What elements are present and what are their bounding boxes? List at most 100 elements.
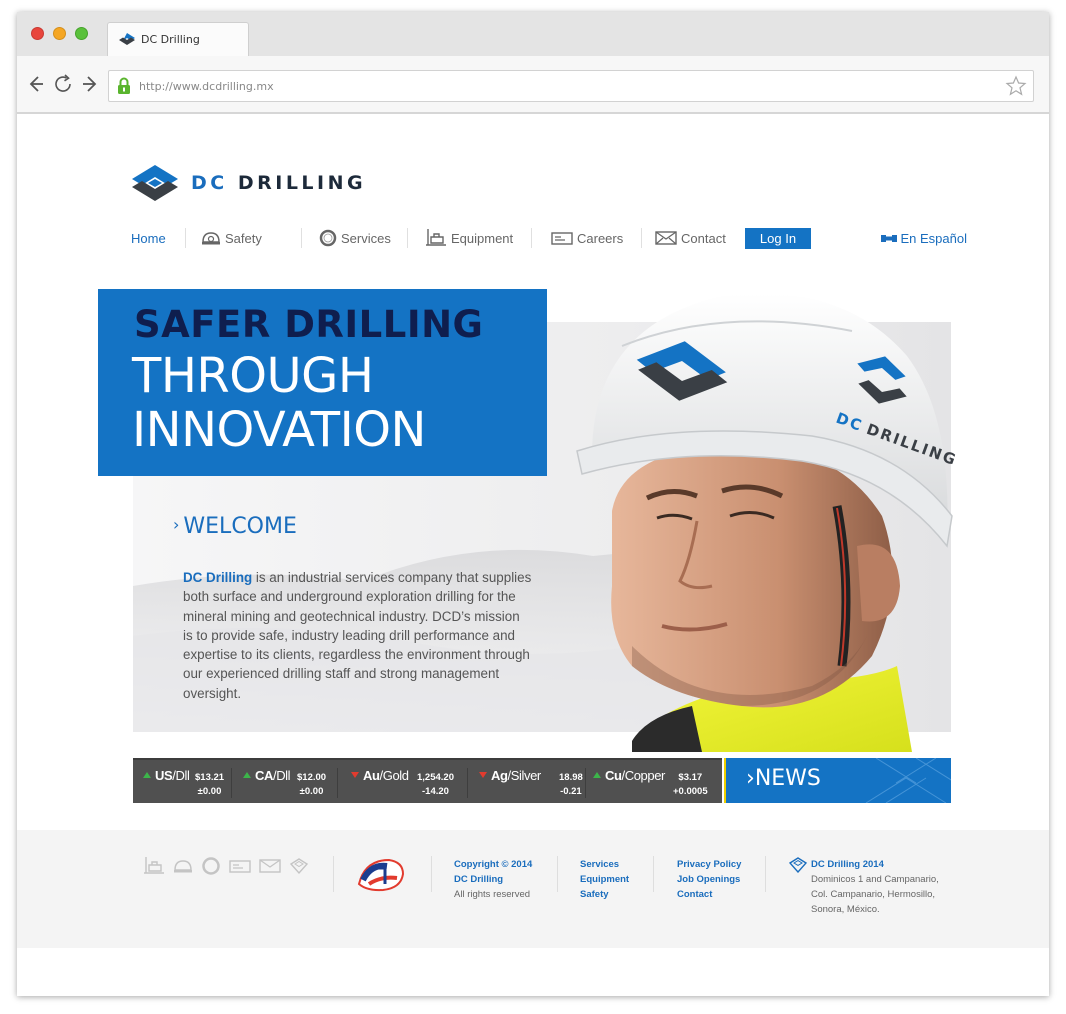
intro-text: is an industrial services company that s… [183,570,532,701]
footer-divider [765,856,766,892]
nav-contact[interactable]: Contact [655,226,726,250]
nav-divider [185,228,186,248]
nav-contact-label: Contact [681,230,726,246]
logo-drilling: DRILLING [237,172,367,194]
window-controls [31,27,88,40]
nav-services[interactable]: Services [319,226,391,250]
site-logo[interactable]: DC DRILLING [131,164,366,202]
footer-divider [557,856,558,892]
reload-icon[interactable] [51,72,75,96]
intro-paragraph: DC Drilling is an industrial services co… [183,568,533,703]
language-label: En Español [900,230,968,246]
dc-drilling-logo-icon [132,165,178,201]
ticker-unit: /Silver [507,768,542,783]
arrow-up-icon [243,772,251,778]
drill-rig-icon[interactable] [143,856,165,876]
ticker-price: $13.21 [195,772,225,783]
footer-link-safety[interactable]: Safety [580,887,629,902]
address-line-1: Dominicos 1 and Campanario, [811,874,939,885]
ticker-symbol: US [155,768,173,783]
hero-headline-box: SAFER DRILLING THROUGH INNOVATION [98,289,547,476]
ticker-divider [231,768,232,798]
ticker-symbol: Cu [605,768,622,783]
favicon-logo-icon [119,33,135,45]
envelope-icon[interactable] [259,858,281,874]
copyright-line-1: Copyright © 2014 [454,859,533,870]
address-bar[interactable]: http://www.dcdrilling.mx [108,70,1034,102]
ticker-unit: /Dll [172,768,190,783]
id-card-icon[interactable] [229,858,251,874]
helmet-icon[interactable] [173,858,193,874]
footer-link-equipment[interactable]: Equipment [580,872,629,887]
nav-safety[interactable]: Safety [201,226,262,250]
ticker-price: $12.00 [297,772,327,783]
nav-home[interactable]: Home [131,226,166,250]
tab-title: DC Drilling [141,33,200,46]
copyright-line-2: DC Drilling [454,874,504,885]
flag-icon [880,235,897,242]
back-arrow-icon[interactable] [23,72,47,96]
ticker-unit: /Dll [272,768,291,783]
footer-company: DC Drilling 2014 [811,859,884,870]
footer-link-services[interactable]: Services [580,857,629,872]
footer-link-contact[interactable]: Contact [677,887,741,902]
address-line-3: Sonora, México. [811,904,880,915]
envelope-icon [655,231,677,245]
footer-links-1: Services Equipment Safety [580,857,629,902]
ticker-price: $3.17 [678,772,703,783]
url-text: http://www.dcdrilling.mx [139,80,274,93]
ticker-price: 18.98 [559,772,583,783]
minimize-window-button[interactable] [53,27,66,40]
footer-divider [653,856,654,892]
footer-address: DC Drilling 2014 Dominicos 1 and Campana… [811,857,939,917]
browser-tab[interactable]: DC Drilling [107,22,249,56]
browser-tabbar: DC Drilling [17,12,1049,56]
news-pattern-graphic [865,758,951,803]
language-toggle[interactable]: En Español [880,226,968,250]
nav-careers[interactable]: Careers [551,226,623,250]
ring-icon[interactable] [201,856,221,876]
maximize-window-button[interactable] [75,27,88,40]
logo-wordmark: DC DRILLING [191,172,366,194]
login-button[interactable]: Log In [745,228,811,249]
footer-links-2: Privacy Policy Job Openings Contact [677,857,741,902]
browser-toolbar: http://www.dcdrilling.mx [17,56,1049,114]
footer-copyright: Copyright © 2014 DC Drilling All rights … [454,857,532,902]
logo-dc: DC [191,172,228,194]
lock-icon [118,77,130,94]
site-footer: Copyright © 2014 DC Drilling All rights … [17,830,1049,948]
footer-divider [431,856,432,892]
main-nav: Home Safety Services Equipment Careers C… [131,226,967,250]
nav-home-label: Home [131,230,166,246]
nav-equipment[interactable]: Equipment [425,226,513,250]
arrow-down-icon [351,772,359,778]
partner-association-logo[interactable] [355,854,405,894]
welcome-heading: › WELCOME [173,514,297,539]
footer-icon-row [143,856,309,876]
ticker-change: -0.21 [560,786,582,797]
welcome-label: WELCOME [183,514,297,539]
ticker-divider [467,768,468,798]
browser-window: DC Drilling http://www.dcdrilling.mx DC … [17,12,1049,996]
ticker-symbol: Ag [491,768,508,783]
headline-line-2: THROUGH [132,348,374,404]
nav-safety-label: Safety [225,230,262,246]
close-window-button[interactable] [31,27,44,40]
ticker-change: +0.0005 [673,786,708,797]
arrow-down-icon [479,772,487,778]
id-card-icon [551,232,573,245]
footer-link-privacy[interactable]: Privacy Policy [677,857,741,872]
footer-link-jobs[interactable]: Job Openings [677,872,741,887]
news-label: ›NEWS [746,766,821,791]
ticker-change: ±0.00 [197,786,222,797]
ticker-change: ±0.00 [299,786,324,797]
helmet-icon [202,232,220,245]
address-line-2: Col. Campanario, Hermosillo, [811,889,936,900]
footer-divider [333,856,334,892]
market-ticker: US/Dll $13.21 ±0.00 CA/Dll $12.00 ±0.00 Au… [133,758,722,803]
forward-arrow-icon[interactable] [79,72,103,96]
arrow-up-icon [143,772,151,778]
bookmark-star-icon[interactable] [1005,75,1027,97]
news-button[interactable]: ›NEWS [724,758,951,803]
location-pin-icon[interactable] [289,857,309,875]
